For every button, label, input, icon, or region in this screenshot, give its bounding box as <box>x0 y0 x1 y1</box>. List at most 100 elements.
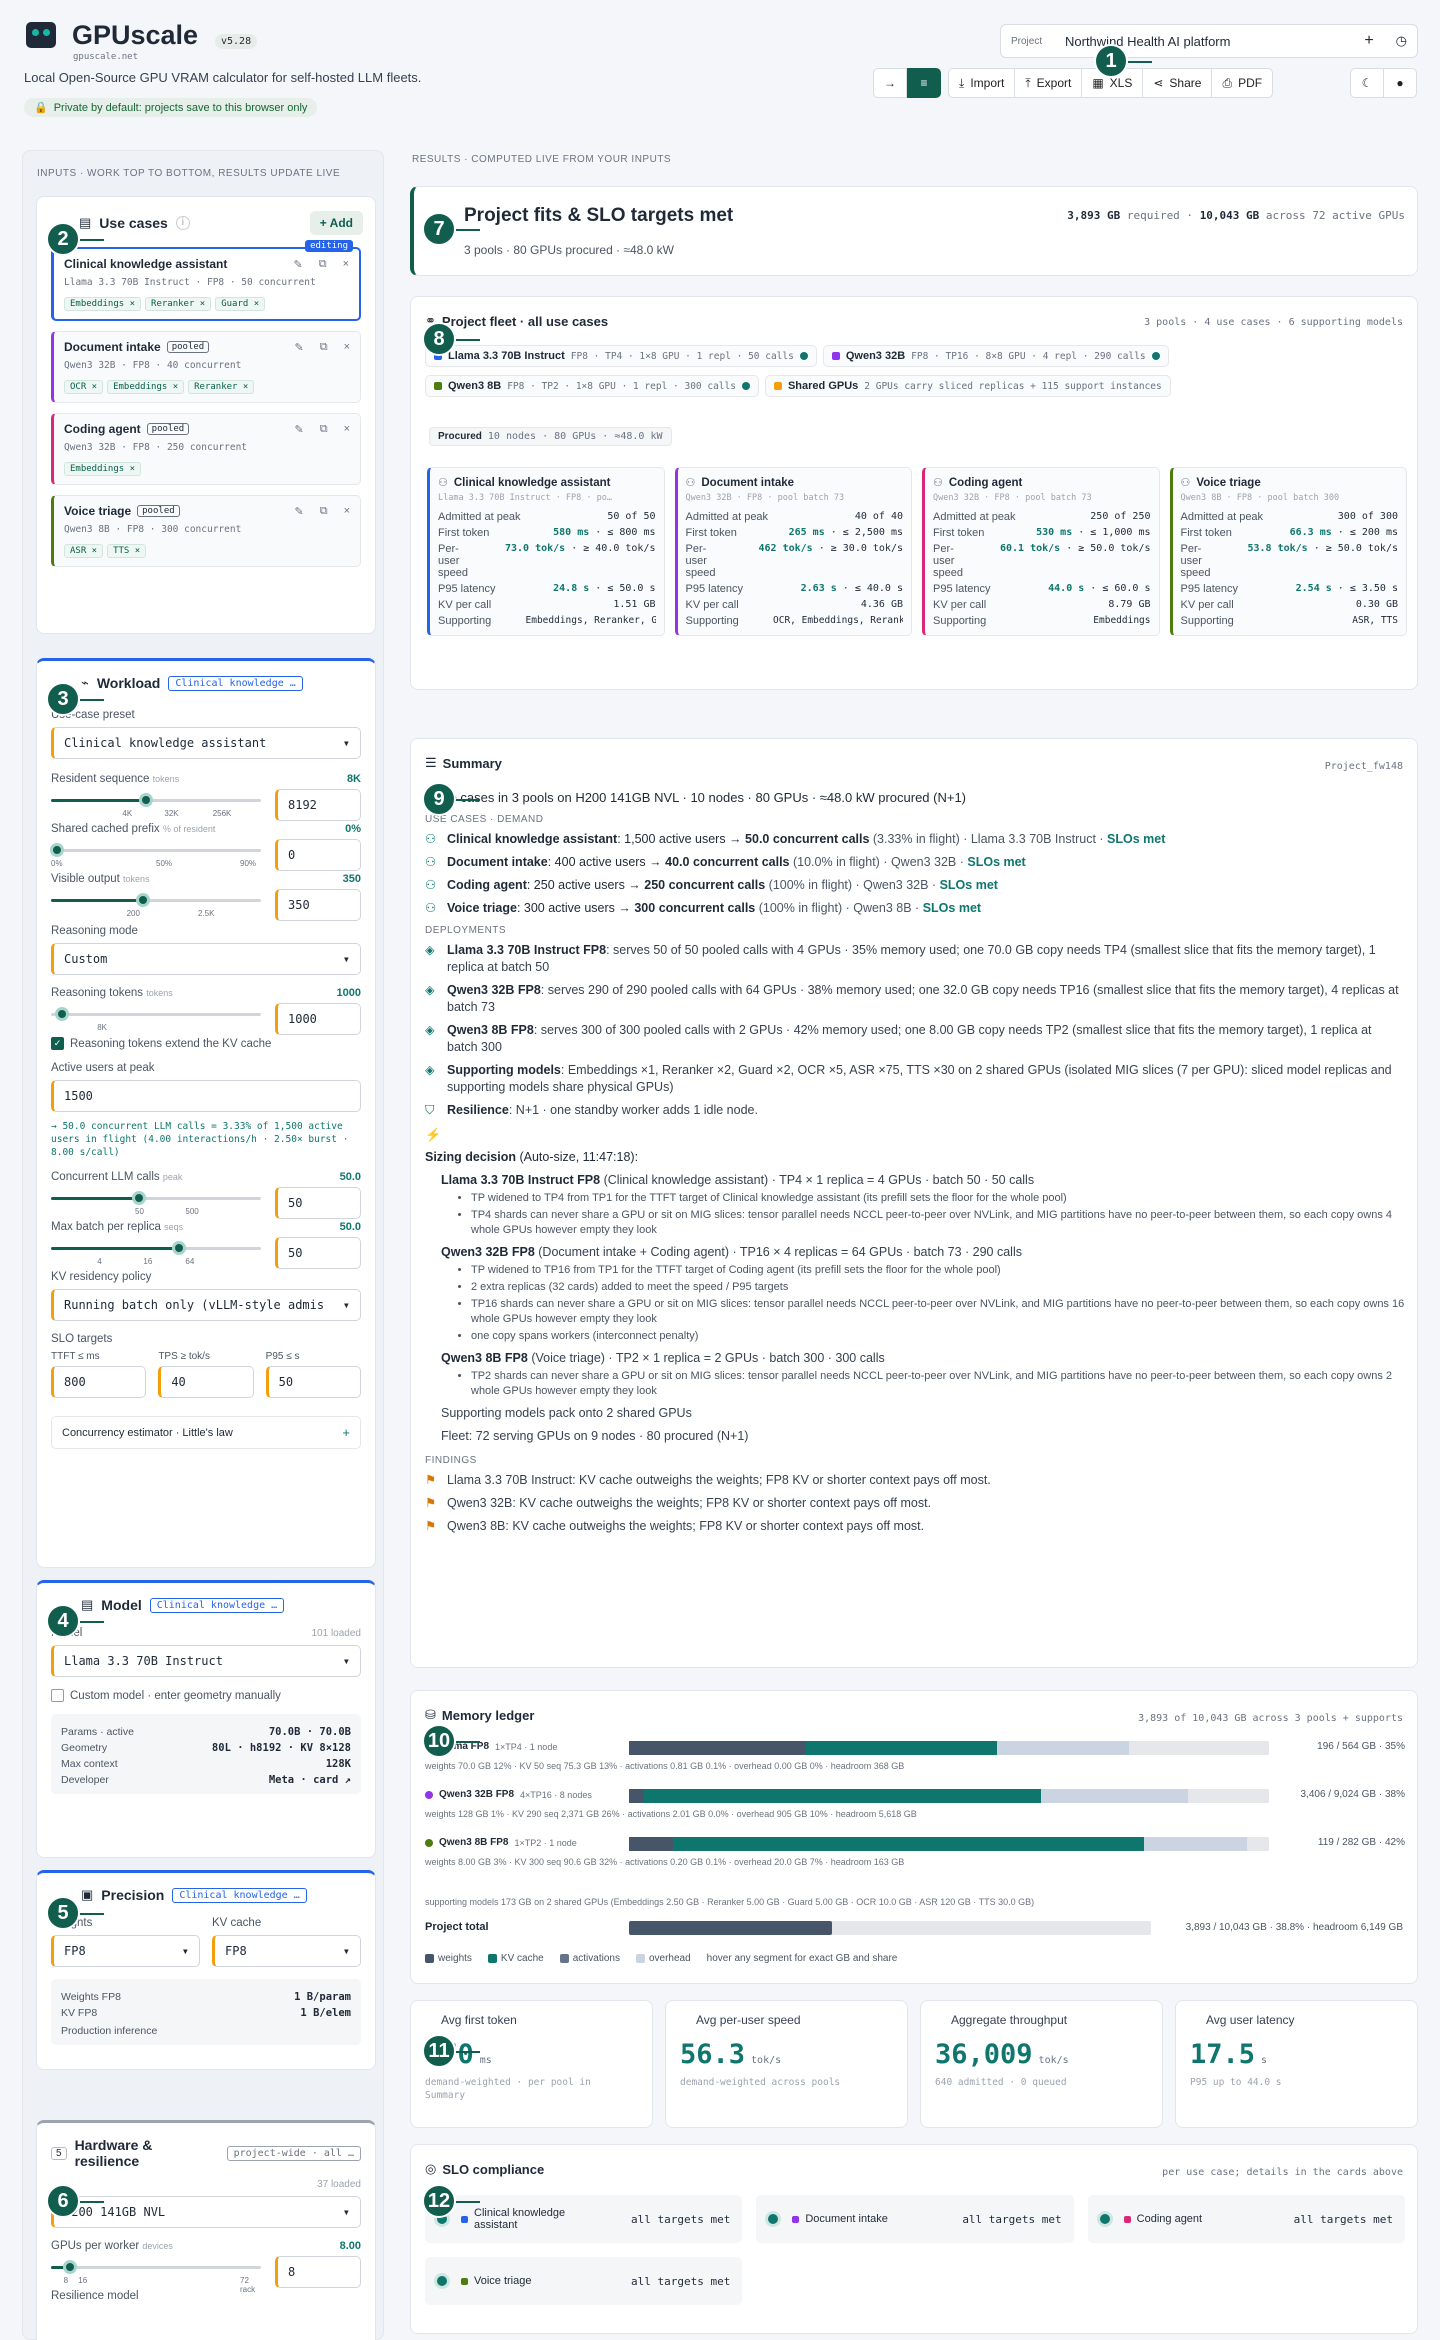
usecase-card[interactable]: Clinical knowledge assistant ✎ ⧉ × editing Ll… <box>51 240 361 321</box>
kv-precision-select[interactable]: FP8 ▾ <box>212 1935 361 1967</box>
status-dot <box>741 382 750 390</box>
metric-value: 44.0 s <box>1048 583 1085 594</box>
prefix-input[interactable]: 0 <box>275 839 361 871</box>
batch-input[interactable]: 50 <box>275 1237 361 1269</box>
deployment-line: ◈ Llama 3.3 70B Instruct FP8: serves 50 o… <box>425 943 1376 974</box>
ledger-segment[interactable] <box>629 1837 674 1851</box>
usecase-card[interactable]: Voice triage pooled ✎ ⧉ × Qwen3 8B · FP8 · 30… <box>51 495 361 567</box>
download-icon: ⤓ <box>959 75 965 90</box>
weights-precision-select[interactable]: FP8 ▾ <box>51 1935 200 1967</box>
copy-icon[interactable]: ⧉ <box>319 258 327 271</box>
supporting-chip[interactable]: Reranker × <box>188 380 255 394</box>
reasoning-slider[interactable] <box>51 1005 261 1023</box>
kv-policy-select[interactable]: Running batch only (vLLM-style admis ▾ <box>51 1289 361 1321</box>
add-usecase-button[interactable]: + Add <box>309 211 363 235</box>
bolt-icon: ⚡ <box>425 1127 442 1142</box>
ledger-segment[interactable] <box>629 1789 644 1803</box>
metric-label: P95 latency <box>933 583 991 595</box>
slo-status: all targets met <box>630 2212 731 2226</box>
ledger-bar[interactable] <box>629 1789 1269 1803</box>
pool-pill[interactable]: Shared GPUs 2 GPUs carry sliced replicas … <box>764 375 1171 397</box>
resident-input[interactable]: 8192 <box>275 789 361 821</box>
export-button[interactable]: ⤒ Export <box>1014 68 1083 98</box>
info-icon[interactable]: i <box>175 216 190 230</box>
copy-icon[interactable]: ⧉ <box>320 505 328 518</box>
metric-value: 36,009 <box>935 2039 1033 2070</box>
visible-input[interactable]: 350 <box>275 889 361 921</box>
estimator-toggle[interactable]: Concurrency estimator · Little's law + <box>51 1416 361 1449</box>
batch-slider[interactable] <box>51 1239 261 1257</box>
chevron-down-icon: ▾ <box>342 952 350 966</box>
card-subtitle: Qwen3 32B · FP8 · pool batch 73 <box>933 493 1092 503</box>
history-icon[interactable]: ◷ <box>1396 33 1407 49</box>
ledger-segment[interactable] <box>805 1741 997 1755</box>
supporting-chip[interactable]: Embeddings × <box>64 462 142 476</box>
gpw-input[interactable]: 8 <box>275 2256 361 2288</box>
gpw-slider[interactable] <box>51 2258 261 2276</box>
ledger-bar[interactable] <box>629 1741 1269 1755</box>
layout-toggle-button[interactable]: ≡ <box>907 68 941 98</box>
p95-input[interactable]: 50 <box>265 1366 361 1398</box>
usecase-card[interactable]: Coding agent pooled ✎ ⧉ × Qwen3 32B · FP8 · 2… <box>51 413 361 485</box>
pool-pill[interactable]: Qwen3 8B FP8 · TP2 · 1×8 GPU · 1 repl · 3… <box>425 375 759 397</box>
concurrency-input[interactable]: 50 <box>275 1187 361 1219</box>
project-selector[interactable]: Project Northwind Health AI platform + ◷ <box>1000 24 1418 58</box>
prefix-slider[interactable] <box>50 841 261 859</box>
ledger-bar[interactable] <box>629 1837 1269 1851</box>
close-icon[interactable]: × <box>344 341 350 353</box>
share-button[interactable]: ⋖ Share <box>1142 68 1213 98</box>
copy-icon[interactable]: ⧉ <box>320 341 328 354</box>
usecase-card[interactable]: Document intake pooled ✎ ⧉ × Qwen3 32B · FP8 … <box>51 331 361 403</box>
supporting-chip[interactable]: ASR × <box>64 544 104 558</box>
copy-icon[interactable]: ⧉ <box>320 423 328 436</box>
pool-detail: FP8 · TP2 · 1×8 GPU · 1 repl · 300 calls <box>507 380 736 392</box>
concurrency-slider[interactable] <box>51 1189 261 1207</box>
close-icon[interactable]: × <box>344 423 350 435</box>
ttft-input[interactable]: 800 <box>51 1366 147 1398</box>
ledger-segment[interactable] <box>673 1837 1145 1851</box>
reasoning-input[interactable]: 1000 <box>275 1003 361 1035</box>
active-users-input[interactable]: 1500 <box>51 1080 361 1112</box>
pool-pill[interactable]: Llama 3.3 70B Instruct FP8 · TP4 · 1×8 GP… <box>425 345 817 367</box>
summary-panel: ☰ Summary Project_fw148 4 use cases in 3 … <box>410 738 1418 1668</box>
site-link[interactable]: gpuscale.net <box>73 52 138 62</box>
metric-note: 640 admitted · 0 queued <box>935 2077 1067 2088</box>
supporting-chip[interactable]: OCR × <box>64 380 104 394</box>
pdf-button[interactable]: ⎙ PDF <box>1211 68 1274 98</box>
add-project-icon[interactable]: + <box>1364 32 1373 50</box>
spec-value[interactable]: Meta · card ↗ <box>269 1774 351 1786</box>
preset-select[interactable]: Clinical knowledge assistant ▾ <box>51 727 361 759</box>
custom-model-checkbox[interactable] <box>51 1689 64 1702</box>
ledger-segment[interactable] <box>643 1789 1042 1803</box>
sizing-bullet: TP4 shards can never share a GPU or sit … <box>471 1208 1405 1238</box>
collapse-button[interactable]: → <box>873 68 907 98</box>
edit-icon[interactable]: ✎ <box>293 258 302 271</box>
github-button[interactable]: ● <box>1383 68 1417 98</box>
reasoning-mode-select[interactable]: Custom ▾ <box>51 943 361 975</box>
supporting-chip[interactable]: Embeddings × <box>107 380 185 394</box>
supporting-chip[interactable]: Embeddings × <box>64 297 142 311</box>
pool-pill[interactable]: Qwen3 32B FP8 · TP16 · 8×8 GPU · 4 repl ·… <box>822 345 1169 367</box>
kv-extend-checkbox[interactable]: ✓ <box>51 1037 64 1050</box>
resident-slider[interactable] <box>51 791 261 809</box>
dark-mode-button[interactable]: ☾ <box>1350 68 1384 98</box>
usecase-color <box>792 2215 800 2223</box>
model-select[interactable]: Llama 3.3 70B Instruct ▾ <box>51 1645 361 1677</box>
visible-slider[interactable] <box>51 891 261 909</box>
ledger-segment[interactable] <box>1041 1789 1189 1803</box>
ledger-segment[interactable] <box>997 1741 1130 1755</box>
close-icon[interactable]: × <box>343 258 349 270</box>
edit-icon[interactable]: ✎ <box>294 341 303 354</box>
ledger-segment[interactable] <box>1144 1837 1248 1851</box>
edit-icon[interactable]: ✎ <box>294 423 303 436</box>
tps-input[interactable]: 40 <box>158 1366 254 1398</box>
ledger-segment[interactable] <box>629 1741 806 1755</box>
total-bar[interactable] <box>629 1921 1151 1935</box>
supporting-chip[interactable]: TTS × <box>107 544 147 558</box>
close-icon[interactable]: × <box>344 505 350 517</box>
fleet-panel: ⚭ Project fleet · all use cases 3 pools ·… <box>410 296 1418 690</box>
edit-icon[interactable]: ✎ <box>294 505 303 518</box>
supporting-chip[interactable]: Guard × <box>215 297 266 311</box>
import-button[interactable]: ⤓ Import <box>948 68 1016 98</box>
supporting-chip[interactable]: Reranker × <box>145 297 212 311</box>
